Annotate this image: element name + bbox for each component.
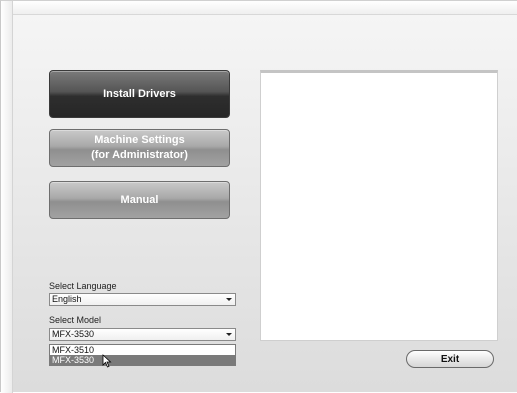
model-option-mfx-3530[interactable]: MFX-3530 — [50, 355, 235, 365]
machine-settings-button[interactable]: Machine Settings (for Administrator) — [49, 129, 230, 167]
chevron-down-icon — [226, 298, 232, 301]
model-selected-value: MFX-3530 — [52, 329, 95, 339]
install-drivers-label: Install Drivers — [103, 87, 176, 100]
model-select[interactable]: MFX-3530 — [49, 328, 236, 341]
language-select[interactable]: English — [49, 293, 236, 306]
install-drivers-button[interactable]: Install Drivers — [49, 70, 230, 118]
select-model-label: Select Model — [49, 315, 102, 325]
preview-panel — [260, 70, 498, 341]
manual-label: Manual — [120, 193, 159, 206]
chevron-down-icon — [226, 333, 232, 336]
machine-settings-label: Machine Settings (for Administrator) — [91, 133, 188, 163]
manual-button[interactable]: Manual — [49, 181, 230, 219]
exit-button[interactable]: Exit — [406, 350, 494, 368]
machine-settings-line2: (for Administrator) — [91, 149, 188, 161]
window-left-edge — [1, 1, 13, 393]
installer-window: Install Drivers Machine Settings (for Ad… — [0, 0, 517, 393]
exit-label: Exit — [440, 353, 460, 365]
mouse-cursor-icon — [102, 354, 112, 368]
machine-settings-line1: Machine Settings — [94, 134, 185, 146]
model-option-mfx-3510[interactable]: MFX-3510 — [50, 345, 235, 355]
model-dropdown-list: MFX-3510 MFX-3530 — [49, 344, 236, 366]
language-selected-value: English — [52, 294, 82, 304]
select-language-label: Select Language — [49, 281, 117, 291]
title-band — [1, 1, 517, 15]
